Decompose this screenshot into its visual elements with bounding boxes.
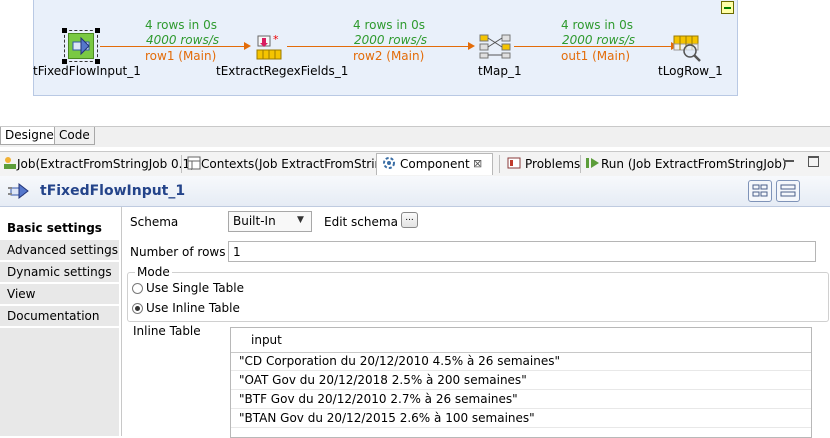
minimize-icon[interactable] [784,157,794,162]
connection-rate: 2000 rows/s [354,33,427,47]
tab-separator [181,155,182,173]
tab-run-label: Run (Job ExtractFromStringJob) [601,157,787,171]
tab-job-label: Job(ExtractFromStringJob 0.1) [17,157,195,171]
job-icon [3,156,17,170]
radio-inline-table[interactable] [132,303,143,314]
tab-separator [499,155,500,173]
tab-contexts[interactable]: Contexts(Job ExtractFromString [187,154,390,174]
connection-name[interactable]: row2 (Main) [353,49,424,63]
connection-rate: 2000 rows/s [562,33,635,47]
svg-text:*: * [273,33,279,46]
connection-name[interactable]: row1 (Main) [145,49,216,63]
inline-table-label: Inline Table [133,324,201,338]
selection-handle [62,28,67,33]
connection-row-count: 4 rows in 0s [561,18,633,32]
tab-code[interactable]: Code [54,127,95,145]
tab-run[interactable]: Run (Job ExtractFromStringJob) [585,154,787,174]
fixed-flow-input-icon [8,181,32,201]
designer-code-tabs: Designer Code [0,126,830,147]
inline-table[interactable]: input "CD Corporation du 20/12/2010 4.5%… [230,327,812,438]
maximize-icon[interactable] [808,156,819,167]
component-label[interactable]: tFixedFlowInput_1 [33,64,141,78]
nav-dynamic-settings[interactable]: Dynamic settings [0,262,119,283]
log-row-icon[interactable] [672,33,706,63]
tab-job[interactable]: Job(ExtractFromStringJob 0.1) [3,154,195,174]
tab-contexts-label: Contexts(Job ExtractFromString [201,157,390,171]
table-row[interactable]: "CD Corporation du 20/12/2010 4.5% à 26 … [231,352,811,371]
problems-icon [507,156,521,170]
component-label[interactable]: tLogRow_1 [658,64,723,78]
tab-problems-label: Problems [525,157,581,171]
inline-table-option-label[interactable]: Use Inline Table [146,301,240,315]
single-table-label[interactable]: Use Single Table [146,281,244,295]
layout-grid-icon[interactable] [748,180,772,202]
nav-empty-area [0,328,119,436]
nav-documentation[interactable]: Documentation [0,306,119,327]
tab-component-label: Component [400,157,470,171]
connection-arrow [244,42,251,50]
column-header[interactable]: input [251,333,282,347]
table-row[interactable]: "OAT Gov du 20/12/2018 2.5% à 200 semain… [231,371,811,390]
nav-basic-settings[interactable]: Basic settings [0,218,119,239]
selection-handle [95,28,100,33]
component-title: tFixedFlowInput_1 [40,183,186,199]
table-row[interactable]: "BTAN Gov du 20/12/2015 2.6% à 100 semai… [231,409,811,428]
connection-row-count: 4 rows in 0s [353,18,425,32]
component-icon [382,156,396,170]
number-of-rows-input[interactable]: 1 [228,241,816,262]
component-header: tFixedFlowInput_1 [0,176,830,207]
layout-rows-icon[interactable] [776,180,800,202]
nav-advanced-settings[interactable]: Advanced settings [0,240,119,261]
nav-divider [121,207,122,436]
tab-problems[interactable]: Problems [507,154,580,174]
schema-label: Schema [130,215,179,229]
table-row[interactable]: "BTF Gov du 20/12/2010 2.7% à 26 semaine… [231,390,811,409]
settings-nav: Basic settings Advanced settings Dynamic… [0,214,121,436]
contexts-icon [187,156,201,170]
close-icon[interactable]: ⊠ [473,154,482,174]
fixed-flow-input-icon[interactable] [68,33,94,59]
tab-separator [580,155,581,173]
connection-name[interactable]: out1 (Main) [561,49,630,63]
view-tabs-bar: Job(ExtractFromStringJob 0.1) Contexts(J… [0,151,830,177]
subjob-collapse-button[interactable] [721,1,734,14]
nav-view[interactable]: View [0,284,119,305]
schema-select-value: Built-In [233,214,276,228]
component-label[interactable]: tExtractRegexFields_1 [216,64,348,78]
component-label[interactable]: tMap_1 [478,64,522,78]
designer-canvas[interactable]: tFixedFlowInput_1 4 rows in 0s 4000 rows… [0,0,830,126]
map-icon[interactable] [478,32,512,60]
edit-schema-label: Edit schema [324,215,398,229]
number-of-rows-label: Number of rows [130,245,226,259]
connection-arrow [468,42,475,50]
tab-component[interactable]: Component ⊠ [376,153,493,175]
extract-regex-icon[interactable]: * [254,32,284,62]
number-of-rows-value: 1 [233,245,241,259]
chevron-down-icon: ▼ [297,215,304,225]
connection-rate: 4000 rows/s [146,33,219,47]
connection-row-count: 4 rows in 0s [145,18,217,32]
subjob-area[interactable] [33,0,738,96]
run-icon [585,156,601,170]
radio-single-table[interactable] [132,283,143,294]
schema-select[interactable]: Built-In ▼ [228,211,312,232]
mode-label: Mode [135,265,172,279]
edit-schema-button[interactable]: ... [401,212,418,228]
table-header: input [231,328,811,353]
